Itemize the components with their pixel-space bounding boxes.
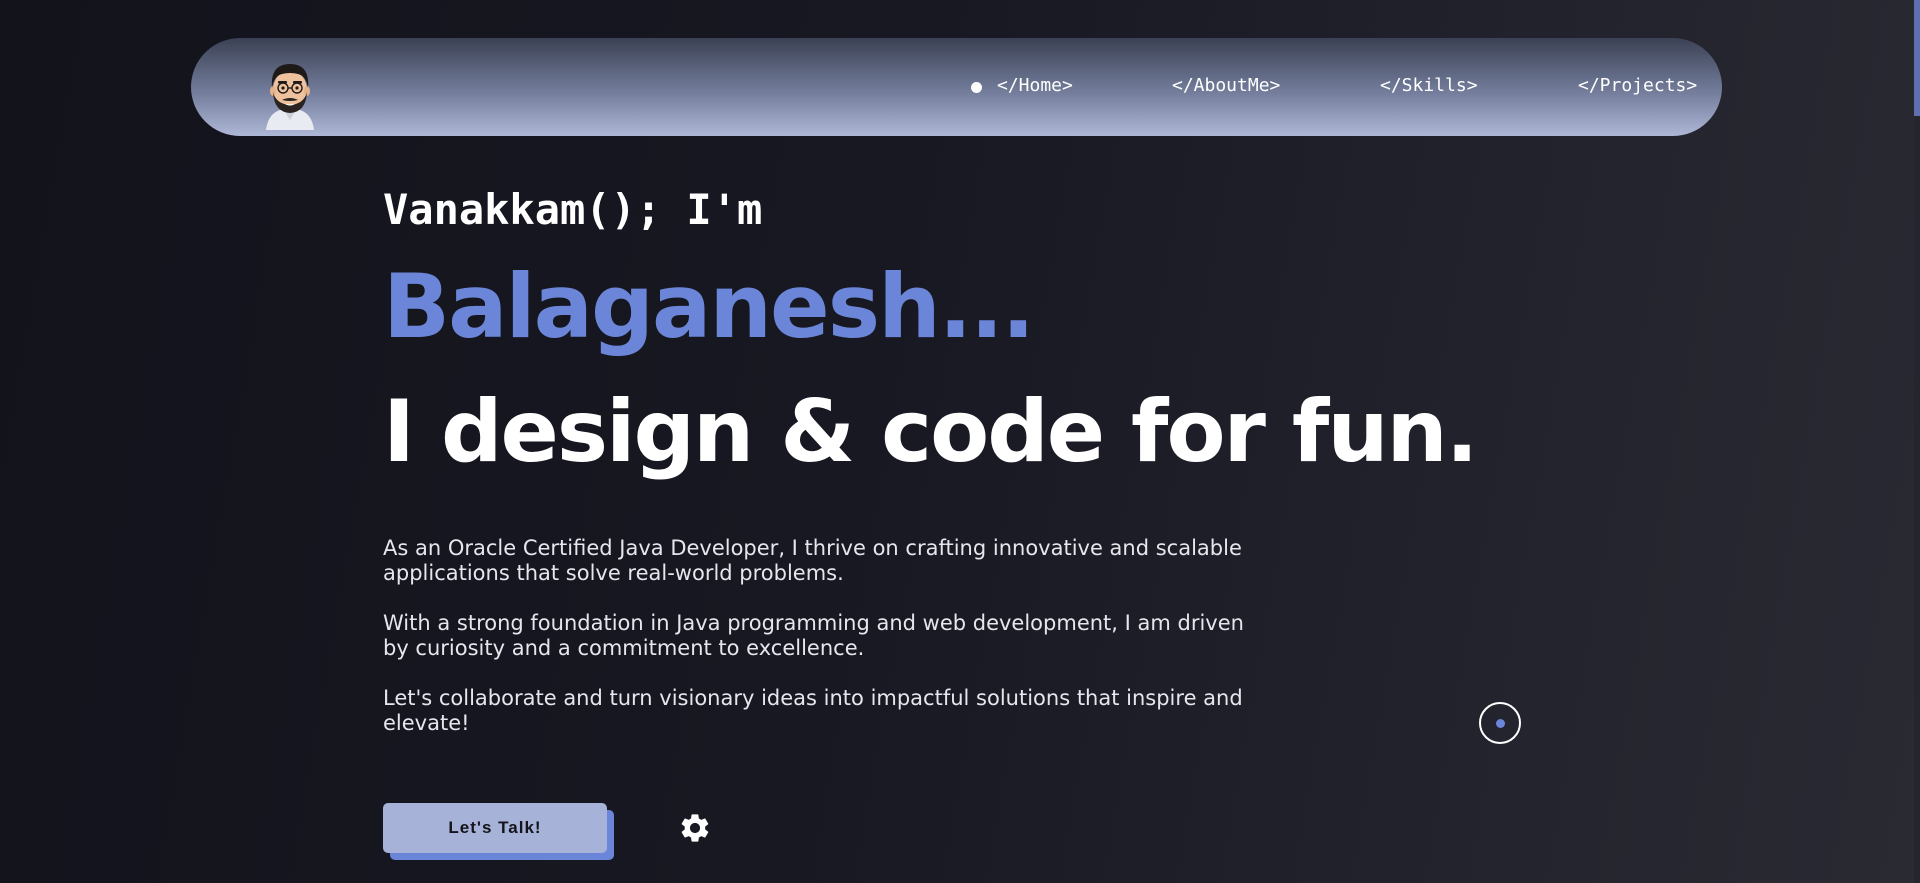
nav-home[interactable]: </Home> [997, 75, 1073, 96]
nav-skills[interactable]: </Skills> [1380, 75, 1478, 96]
scrollbar-thumb[interactable] [1914, 0, 1920, 116]
bio-paragraph-1: As an Oracle Certified Java Developer, I… [383, 536, 1242, 585]
nav-projects[interactable]: </Projects> [1578, 75, 1697, 96]
cursor-dot-icon [1496, 719, 1505, 728]
navbar: </Home> </AboutMe> </Skills> </Projects> [191, 38, 1722, 136]
scrollbar[interactable] [1914, 0, 1920, 883]
active-nav-indicator [971, 82, 982, 93]
bio-paragraph-2: With a strong foundation in Java program… [383, 611, 1244, 660]
hero-tagline: I design & code for fun. [383, 382, 1478, 482]
nav-links: </Home> </AboutMe> </Skills> </Projects> [191, 38, 1722, 136]
nav-about-me[interactable]: </AboutMe> [1172, 75, 1280, 96]
greeting: Vanakkam(); I'm [383, 185, 763, 234]
lets-talk-button[interactable]: Let's Talk! [383, 803, 607, 853]
bio-paragraph-3: Let's collaborate and turn visionary ide… [383, 686, 1243, 735]
gear-icon[interactable] [678, 811, 712, 845]
hero-name: Balaganesh... [383, 255, 1035, 358]
